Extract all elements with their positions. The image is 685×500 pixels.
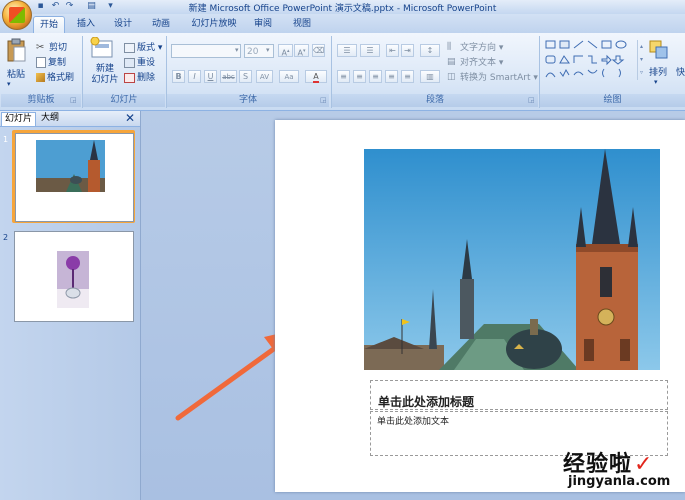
new-slide-icon[interactable] — [90, 36, 114, 61]
ribbon-tab-bar — [0, 14, 685, 33]
quick-styles-button[interactable]: 快 — [676, 65, 685, 78]
redo-icon[interactable]: ↷ — [64, 1, 75, 12]
grow-font-icon[interactable]: A▴ — [278, 44, 293, 58]
align-text-button[interactable]: ▤ 对齐文本 ▾ — [447, 55, 503, 68]
reset-icon — [124, 57, 135, 68]
delete-icon — [124, 72, 135, 83]
shapes-gallery-icon — [545, 40, 627, 78]
tab-slides-pane[interactable]: 幻灯片 — [1, 112, 37, 126]
slide-number: 1 — [3, 135, 9, 144]
text-direction-label: 文字方向 — [460, 43, 497, 53]
clipboard-launcher-icon[interactable]: ◲ — [70, 96, 77, 104]
shapes-scroll-icon[interactable]: ▴ ▾ ▿ — [637, 40, 645, 80]
office-logo-icon — [9, 7, 25, 23]
delete-label: 删除 — [137, 73, 156, 83]
brush-icon — [36, 73, 45, 82]
tab-slideshow[interactable]: 幻灯片放映 — [186, 16, 242, 32]
underline-icon[interactable]: U — [204, 70, 217, 83]
save-icon[interactable]: ▪ — [35, 1, 46, 12]
cut-label: 剪切 — [49, 43, 68, 53]
cut-button[interactable]: ✂ 剪切 — [36, 40, 67, 53]
align-right-icon[interactable]: ≡ — [369, 70, 382, 83]
decrease-indent-icon[interactable]: ⇤ — [386, 44, 399, 57]
font-size-dropdown-icon[interactable]: ▾ — [266, 46, 270, 54]
copy-icon — [36, 57, 46, 68]
tab-review[interactable]: 审阅 — [250, 16, 276, 32]
justify-icon[interactable]: ≡ — [385, 70, 398, 83]
paragraph-launcher-icon[interactable]: ◲ — [528, 96, 535, 104]
shapes-gallery[interactable] — [545, 39, 637, 81]
shrink-font-icon[interactable]: A▾ — [294, 44, 309, 58]
convert-smartart-button[interactable]: ◫ 转换为 SmartArt ▾ — [447, 70, 538, 83]
church-tower-photo[interactable] — [364, 149, 660, 370]
clipboard-group-label: 剪贴板 — [1, 94, 81, 107]
shadow-icon[interactable]: S — [239, 70, 252, 83]
distributed-icon[interactable]: ≡ — [401, 70, 414, 83]
paste-dropdown-icon[interactable]: ▾ — [7, 80, 11, 88]
window-title: 新建 Microsoft Office PowerPoint 演示文稿.pptx… — [188, 4, 497, 14]
tab-design[interactable]: 设计 — [110, 16, 136, 32]
text-direction-icon: ⫼ — [447, 42, 452, 52]
columns-icon[interactable]: ▥ — [420, 70, 440, 83]
font-group-label: 字体 — [167, 94, 329, 107]
quick-access-icon[interactable]: ▤ — [86, 1, 97, 12]
format-painter-label: 格式刷 — [47, 73, 75, 83]
smartart-icon: ◫ — [447, 72, 456, 82]
office-button[interactable] — [2, 0, 32, 30]
numbering-icon[interactable]: ☰ — [360, 44, 380, 57]
line-spacing-icon[interactable]: ↕ — [420, 44, 440, 57]
increase-indent-icon[interactable]: ⇥ — [401, 44, 414, 57]
arrange-dropdown-icon[interactable]: ▾ — [654, 78, 658, 86]
text-direction-button[interactable]: ⫼ 文字方向 ▾ — [447, 40, 503, 53]
convert-smartart-label: 转换为 SmartArt — [460, 73, 531, 83]
format-painter-button[interactable]: 格式刷 — [36, 70, 74, 83]
slide-number: 2 — [3, 233, 9, 242]
tab-insert[interactable]: 插入 — [73, 16, 99, 32]
arrange-button[interactable]: 排列 — [649, 65, 667, 78]
new-slide-button[interactable]: 新建 幻灯片 — [90, 64, 120, 86]
change-case-icon[interactable]: Aa — [279, 70, 299, 83]
paragraph-group-label: 段落 — [332, 94, 538, 107]
bold-icon[interactable]: B — [172, 70, 185, 83]
tab-animation[interactable]: 动画 — [147, 16, 175, 32]
customize-qat-icon[interactable]: ▾ — [105, 1, 116, 12]
align-text-label: 对齐文本 — [460, 58, 497, 68]
font-name-combo[interactable] — [171, 44, 241, 58]
watermark-sub-text: jingyanla.com — [568, 474, 671, 489]
font-launcher-icon[interactable]: ◲ — [320, 96, 327, 104]
layout-icon — [124, 42, 135, 53]
body-placeholder-text: 单击此处添加文本 — [377, 417, 450, 427]
delete-slide-button[interactable]: 删除 — [124, 70, 155, 83]
char-spacing-icon[interactable]: AV — [256, 70, 273, 83]
tab-home[interactable]: 开始 — [33, 16, 65, 33]
strikethrough-icon[interactable]: abc — [220, 70, 237, 83]
align-left-icon[interactable]: ≡ — [337, 70, 350, 83]
reset-label: 重设 — [137, 58, 156, 68]
copy-label: 复制 — [48, 58, 67, 68]
clear-format-icon[interactable]: ⌫ — [312, 44, 325, 57]
slides-group-label: 幻灯片 — [83, 94, 165, 107]
close-pane-icon[interactable]: ✕ — [125, 111, 135, 125]
church-tower-photo-thumb — [36, 140, 105, 192]
layout-label: 版式 — [137, 43, 156, 53]
copy-button[interactable]: 复制 — [36, 55, 66, 68]
align-text-icon: ▤ — [447, 57, 456, 67]
title-placeholder-text: 单击此处添加标题 — [378, 395, 475, 409]
tab-outline-pane[interactable]: 大纲 — [38, 112, 62, 125]
paste-button[interactable]: 粘贴 — [7, 67, 25, 80]
reset-button[interactable]: 重设 — [124, 55, 155, 68]
purple-flower-vase-photo-thumb — [57, 251, 89, 308]
bullets-icon[interactable]: ☰ — [337, 44, 357, 57]
font-name-dropdown-icon[interactable]: ▾ — [235, 46, 239, 54]
paste-icon[interactable] — [5, 38, 27, 64]
italic-icon[interactable]: I — [188, 70, 201, 83]
tab-view[interactable]: 视图 — [289, 16, 315, 32]
arrange-icon[interactable] — [648, 39, 670, 61]
undo-icon[interactable]: ↶ — [50, 1, 61, 12]
font-color-icon[interactable]: A — [305, 70, 327, 83]
drawing-group-label: 绘图 — [540, 94, 685, 107]
scissors-icon: ✂ — [36, 42, 45, 53]
layout-button[interactable]: 版式 ▾ — [124, 40, 162, 53]
align-center-icon[interactable]: ≡ — [353, 70, 366, 83]
